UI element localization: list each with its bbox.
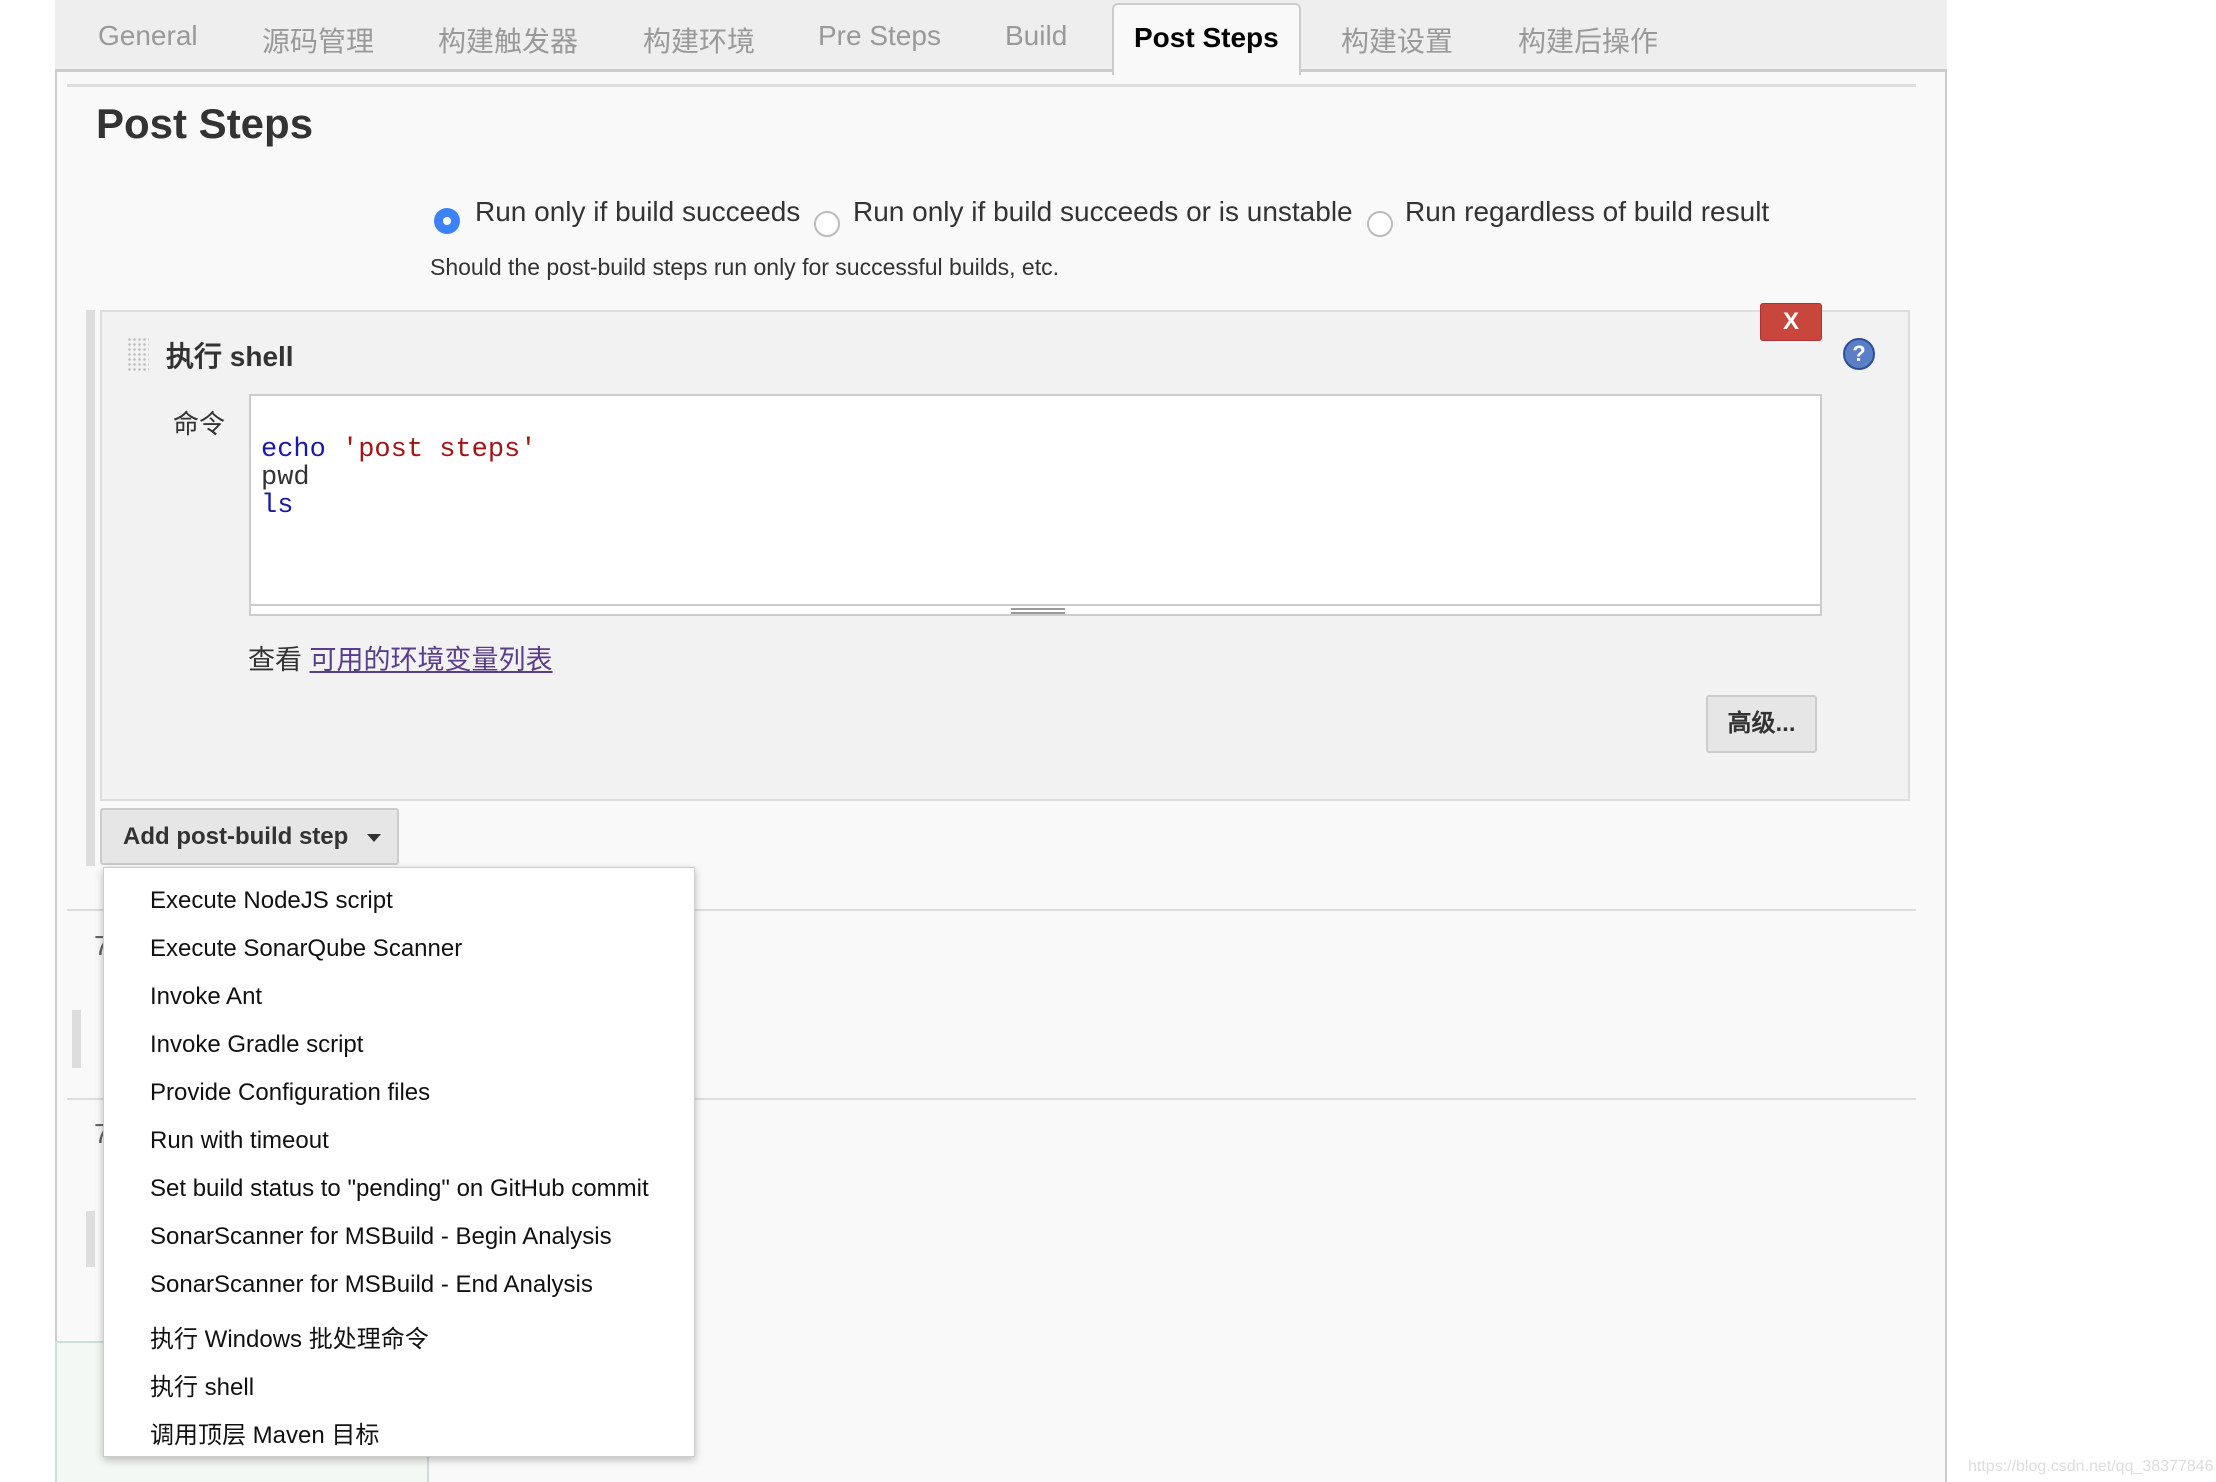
section-bar bbox=[72, 1010, 81, 1068]
resize-handle[interactable] bbox=[1011, 608, 1065, 614]
code-line: echo 'post steps' bbox=[261, 435, 537, 465]
caret-down-icon bbox=[367, 834, 381, 842]
menu-item[interactable]: Run with timeout bbox=[150, 1127, 329, 1155]
radio-label[interactable]: Run only if build succeeds bbox=[475, 196, 800, 228]
tab-scm[interactable]: 源码管理 bbox=[262, 20, 374, 60]
menu-item[interactable]: 执行 shell bbox=[150, 1367, 254, 1402]
command-label: 命令 bbox=[173, 409, 226, 439]
radio-succeeds-or-unstable[interactable] bbox=[814, 211, 840, 237]
delete-step-button[interactable]: X bbox=[1760, 303, 1822, 341]
tab-environment[interactable]: 构建环境 bbox=[643, 20, 755, 60]
radio-label[interactable]: Run only if build succeeds or is unstabl… bbox=[853, 196, 1353, 228]
menu-item[interactable]: 执行 Windows 批处理命令 bbox=[150, 1319, 429, 1354]
env-vars-line: 查看 可用的环境变量列表 bbox=[248, 645, 553, 675]
section-bar bbox=[86, 1211, 95, 1267]
menu-item[interactable]: Set build status to "pending" on GitHub … bbox=[150, 1175, 649, 1203]
menu-item[interactable]: SonarScanner for MSBuild - Begin Analysi… bbox=[150, 1223, 612, 1251]
watermark: https://blog.csdn.net/qq_38377846 bbox=[1968, 1458, 2214, 1475]
tab-bar: General 源码管理 构建触发器 构建环境 Pre Steps Build … bbox=[55, 0, 1947, 75]
menu-item[interactable]: Execute SonarQube Scanner bbox=[150, 935, 462, 963]
menu-item[interactable]: Invoke Gradle script bbox=[150, 1031, 363, 1059]
tab-build-settings[interactable]: 构建设置 bbox=[1341, 20, 1453, 60]
env-vars-link[interactable]: 可用的环境变量列表 bbox=[310, 645, 553, 675]
radio-build-succeeds[interactable] bbox=[434, 208, 460, 234]
radio-label[interactable]: Run regardless of build result bbox=[1405, 196, 1769, 228]
tab-post-steps[interactable]: Post Steps bbox=[1112, 3, 1301, 75]
page-title: Post Steps bbox=[96, 100, 314, 147]
tab-pre-steps[interactable]: Pre Steps bbox=[818, 20, 941, 52]
menu-item[interactable]: SonarScanner for MSBuild - End Analysis bbox=[150, 1271, 593, 1299]
step-title: 执行 shell bbox=[166, 341, 294, 372]
code-line: ls bbox=[261, 491, 294, 521]
command-textarea[interactable]: echo 'post steps' pwd ls bbox=[249, 394, 1822, 616]
advanced-button[interactable]: 高级... bbox=[1706, 695, 1817, 753]
help-icon[interactable]: ? bbox=[1843, 338, 1875, 370]
drag-handle-icon[interactable] bbox=[127, 337, 149, 371]
menu-item[interactable]: Invoke Ant bbox=[150, 983, 262, 1011]
tab-post-build-actions[interactable]: 构建后操作 bbox=[1518, 20, 1658, 60]
tab-general[interactable]: General bbox=[98, 20, 198, 52]
tab-triggers[interactable]: 构建触发器 bbox=[438, 20, 578, 60]
radio-description: Should the post-build steps run only for… bbox=[430, 254, 1060, 280]
section-bar bbox=[86, 310, 95, 866]
menu-item[interactable]: 调用顶层 Maven 目标 bbox=[150, 1415, 379, 1450]
divider bbox=[67, 84, 1916, 87]
post-build-step-menu: Execute NodeJS script Execute SonarQube … bbox=[103, 867, 695, 1457]
menu-item[interactable]: Provide Configuration files bbox=[150, 1079, 430, 1107]
tab-build[interactable]: Build bbox=[1005, 20, 1067, 52]
menu-item[interactable]: Execute NodeJS script bbox=[150, 887, 393, 915]
add-post-build-step-button[interactable]: Add post-build step bbox=[100, 808, 399, 865]
radio-regardless[interactable] bbox=[1367, 211, 1393, 237]
code-line: pwd bbox=[261, 463, 310, 493]
